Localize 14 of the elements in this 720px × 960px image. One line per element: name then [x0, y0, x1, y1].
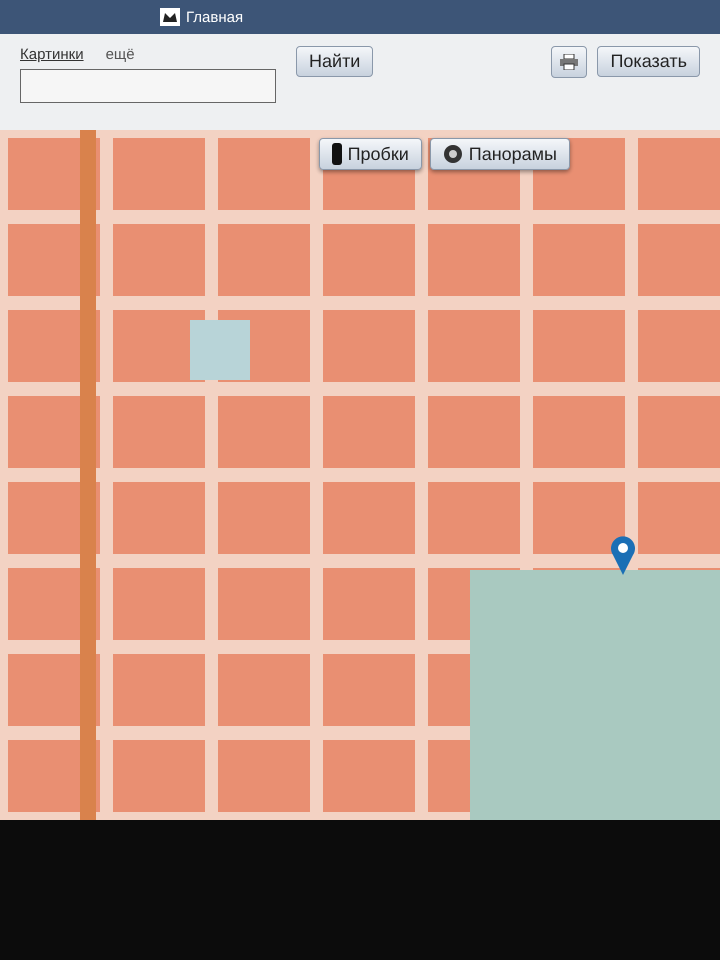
map-layer-button[interactable]: Пробки — [318, 138, 422, 170]
search-link[interactable]: Картинки — [20, 46, 84, 63]
print-button[interactable] — [551, 46, 588, 78]
show-button[interactable]: Показать — [597, 46, 700, 77]
find-button[interactable]: Найти — [296, 46, 374, 77]
search-field[interactable] — [20, 69, 276, 103]
map-layer-button[interactable]: Панорамы — [430, 138, 570, 170]
crown-icon — [160, 8, 180, 26]
traffic-light-icon — [332, 143, 342, 165]
map-pin-icon — [610, 535, 636, 575]
printer-icon — [560, 54, 578, 70]
home-tab[interactable]: Главная — [160, 8, 244, 26]
search-link[interactable]: ещё — [106, 46, 135, 63]
camera-icon — [442, 144, 463, 164]
